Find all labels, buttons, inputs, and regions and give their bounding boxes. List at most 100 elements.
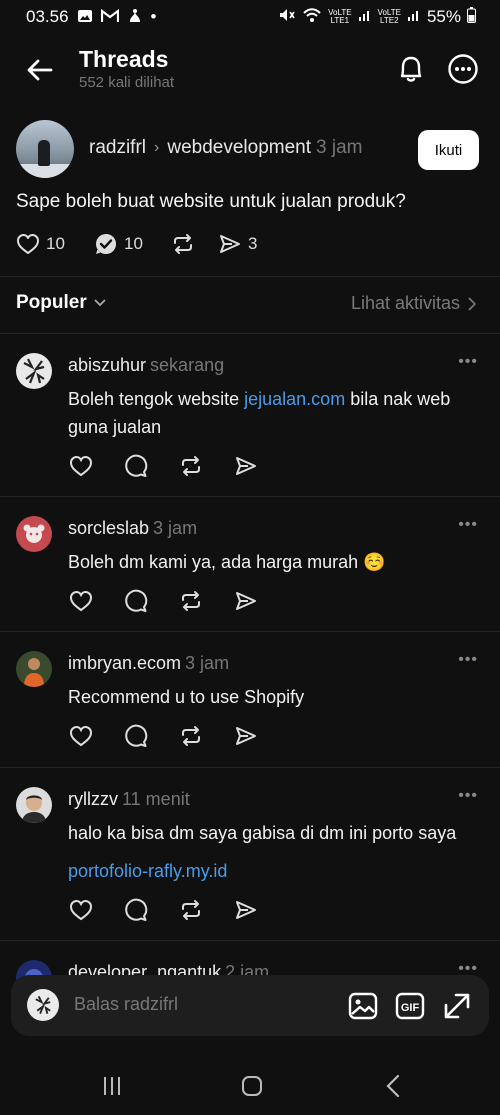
repost-icon[interactable] [178, 897, 203, 922]
divider [0, 333, 500, 334]
reply-username[interactable]: ryllzzv [68, 789, 118, 809]
comment-icon[interactable] [123, 723, 148, 748]
replied-check-icon [96, 234, 116, 254]
signal-lte2-label: VoLTE LTE2 [377, 8, 401, 25]
reply-text: Boleh dm kami ya, ada harga murah ☺️ [68, 552, 386, 572]
sort-label: Populer [16, 292, 87, 313]
like-count: 10 [46, 234, 65, 253]
expand-icon [444, 993, 470, 1019]
view-count: 552 kali dilihat [79, 74, 175, 91]
bell-icon [400, 56, 422, 82]
repost-icon[interactable] [178, 588, 203, 613]
post-time: 3 jam [316, 137, 363, 158]
reply-text: Recommend u to use Shopify [68, 687, 305, 707]
gif-label: GIF [401, 1002, 420, 1014]
send-icon[interactable] [233, 897, 258, 922]
send-icon[interactable] [233, 588, 258, 613]
sort-dropdown[interactable]: Populer [16, 292, 107, 314]
mute-icon [278, 7, 296, 28]
reply-text: Boleh tengok website jejualan.com bila n… [68, 389, 451, 437]
status-dot: • [150, 7, 157, 26]
more-dots-icon[interactable]: ••• [458, 516, 478, 534]
recents-icon [104, 1077, 120, 1095]
gmail-icon [100, 8, 119, 25]
composer-avatar [27, 989, 59, 1021]
like-button[interactable]: 10 [16, 233, 94, 255]
top-bar: Threads 552 kali dilihat [0, 42, 500, 98]
follow-button[interactable]: Ikuti [418, 130, 479, 170]
share-button[interactable]: 3 [218, 233, 257, 255]
chevron-left-icon [386, 1074, 400, 1098]
reply-composer[interactable]: Balas radzifrl GIF [11, 975, 489, 1036]
gif-button[interactable]: GIF [394, 990, 426, 1022]
reply-username[interactable]: sorcleslab [68, 518, 149, 538]
reply-time: 11 menit [122, 789, 190, 809]
reply-text-line: halo ka bisa dm saya gabisa di dm ini po… [68, 823, 457, 843]
reply-header: imbryan.ecom 3 jam [68, 653, 229, 674]
page-title: Threads [79, 46, 169, 72]
reply-actions [68, 453, 258, 478]
system-back-button[interactable] [378, 1073, 408, 1099]
send-icon[interactable] [233, 723, 258, 748]
more-circle-icon [448, 54, 478, 84]
expand-button[interactable] [441, 990, 473, 1022]
reply-actions [68, 723, 258, 748]
reply-username[interactable]: imbryan.ecom [68, 653, 181, 673]
reply-header: ryllzzv 11 menit [68, 789, 190, 810]
reply-avatar[interactable] [16, 787, 52, 823]
heart-icon[interactable] [68, 453, 93, 478]
divider [0, 631, 500, 632]
reply-link[interactable]: jejualan.com [244, 389, 345, 409]
reply-input[interactable]: Balas radzifrl [74, 994, 178, 1015]
gif-icon: GIF [395, 992, 425, 1020]
title-block: Threads 552 kali dilihat [79, 46, 174, 91]
reply-time: 3 jam [185, 653, 230, 673]
back-button[interactable] [24, 54, 56, 86]
repost-icon[interactable] [178, 723, 203, 748]
divider [0, 276, 500, 277]
image-button[interactable] [347, 990, 379, 1022]
heart-icon [17, 234, 39, 254]
reply-link[interactable]: portofolio-rafly.my.id [68, 857, 488, 885]
more-options-button[interactable] [446, 52, 480, 86]
heart-icon[interactable] [68, 588, 93, 613]
reply-time: 3 jam [153, 518, 198, 538]
chevron-right-icon [468, 296, 476, 311]
author-avatar[interactable] [16, 120, 74, 178]
reply-time: sekarang [150, 355, 225, 375]
repost-icon [174, 234, 192, 254]
more-dots-icon[interactable]: ••• [458, 651, 478, 669]
comment-icon[interactable] [123, 897, 148, 922]
repost-button[interactable] [171, 233, 218, 255]
view-activity-link[interactable]: Lihat aktivitas [351, 293, 476, 314]
post-actions: 10 10 3 [16, 232, 257, 256]
image-icon [348, 992, 378, 1020]
reply-username[interactable]: abiszuhur [68, 355, 146, 375]
reply-count-button[interactable]: 10 [94, 232, 171, 256]
reply-avatar[interactable] [16, 516, 52, 552]
divider [0, 496, 500, 497]
battery-icon [467, 6, 476, 28]
home-button[interactable] [237, 1073, 267, 1099]
community-name[interactable]: webdevelopment [167, 137, 311, 159]
notifications-button[interactable] [394, 52, 428, 86]
reply-avatar[interactable] [16, 651, 52, 687]
repost-icon[interactable] [178, 453, 203, 478]
more-dots-icon[interactable]: ••• [458, 353, 478, 371]
comment-icon[interactable] [123, 453, 148, 478]
reply-avatar[interactable] [16, 353, 52, 389]
reply-header: abiszuhur sekarang [68, 355, 224, 376]
share-count: 3 [248, 234, 258, 253]
send-icon[interactable] [233, 453, 258, 478]
reply-actions [68, 897, 258, 922]
more-dots-icon[interactable]: ••• [458, 787, 478, 805]
system-nav-bar [0, 1055, 500, 1115]
heart-icon[interactable] [68, 723, 93, 748]
signal-lte1-label: VoLTE LTE1 [328, 8, 352, 25]
chevron-down-icon [94, 299, 106, 307]
heart-icon[interactable] [68, 897, 93, 922]
comment-icon[interactable] [123, 588, 148, 613]
send-icon [220, 235, 240, 253]
recent-apps-button[interactable] [97, 1073, 127, 1099]
author-name[interactable]: radzifrl [89, 137, 146, 159]
